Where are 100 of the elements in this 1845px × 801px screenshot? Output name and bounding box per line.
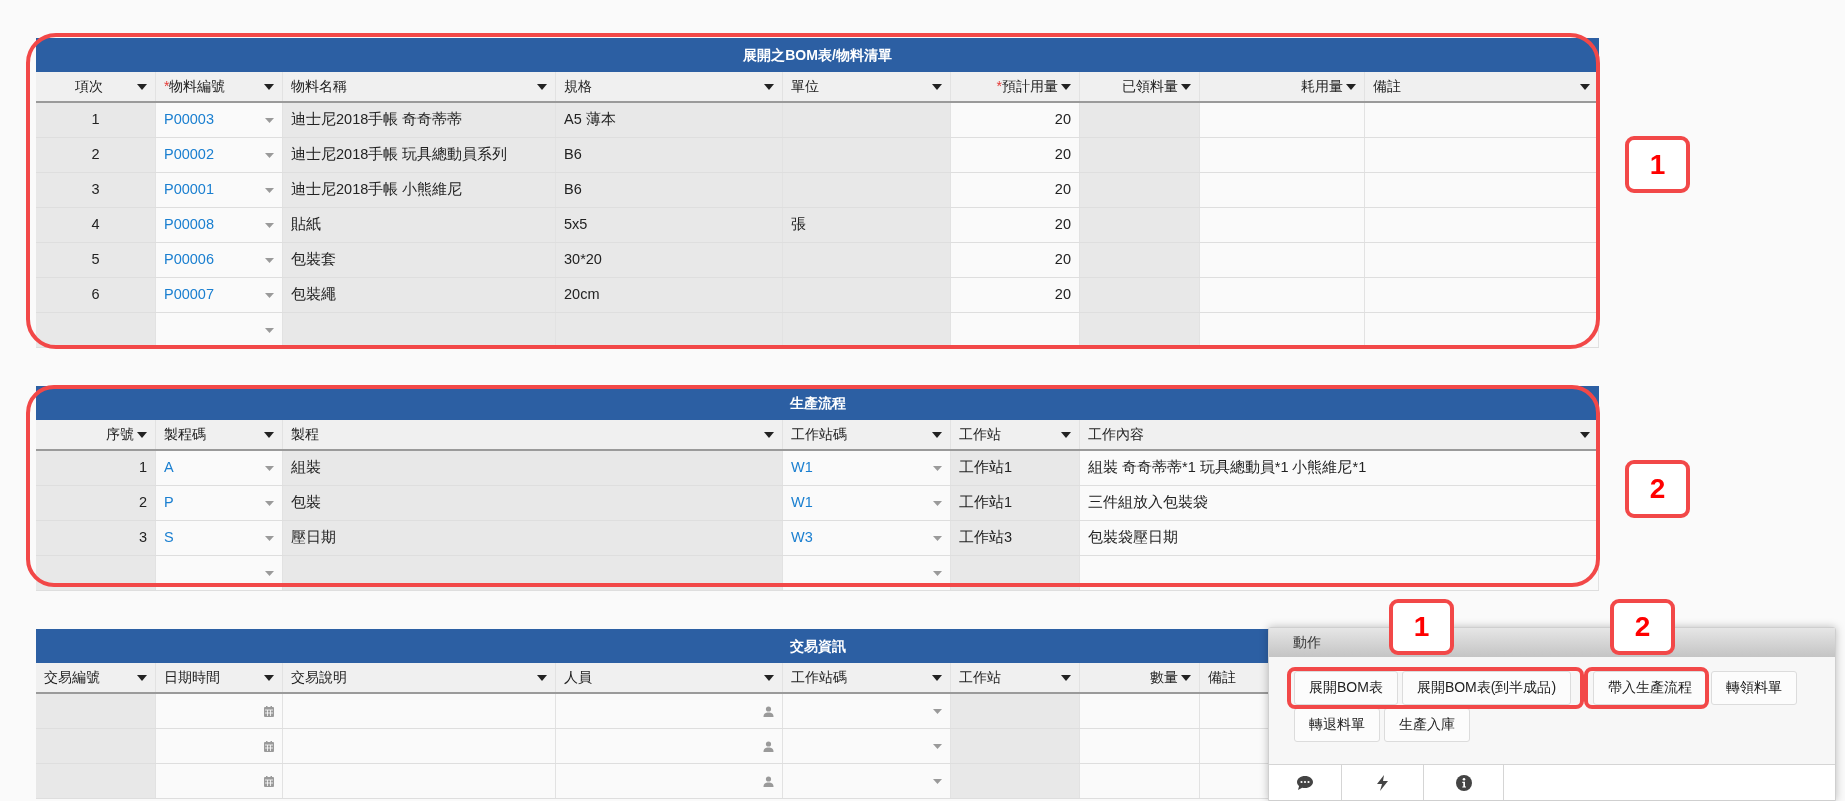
column-header[interactable]: 數量	[1080, 663, 1200, 692]
table-cell: 3	[36, 173, 156, 207]
action-button[interactable]: 轉退料單	[1294, 707, 1380, 742]
dropdown-field[interactable]: W1	[783, 451, 951, 485]
caret-icon	[537, 83, 547, 90]
dropdown-field[interactable]: W1	[783, 486, 951, 520]
column-header[interactable]: 人員	[556, 663, 783, 692]
column-header[interactable]: 序號	[36, 420, 156, 449]
date-field[interactable]	[156, 764, 283, 798]
dropdown-field[interactable]	[783, 729, 951, 763]
caret-icon	[137, 674, 147, 681]
callout-number: 2	[1625, 460, 1690, 518]
caret-icon	[933, 743, 942, 749]
table-cell: 張	[783, 208, 951, 242]
caret-icon	[264, 431, 274, 438]
column-header[interactable]: 交易說明	[283, 663, 556, 692]
caret-icon	[933, 465, 942, 471]
caret-icon	[265, 222, 274, 228]
callout-number: 1	[1625, 136, 1690, 193]
person-field[interactable]	[556, 729, 783, 763]
table-cell: 三件組放入包裝袋	[1080, 486, 1599, 520]
caret-icon	[265, 117, 274, 123]
column-header[interactable]: 工作站	[951, 420, 1080, 449]
caret-icon	[932, 83, 942, 90]
table-cell: 2	[36, 138, 156, 172]
dropdown-field[interactable]: S	[156, 521, 283, 555]
table-cell: 組裝	[283, 451, 783, 485]
dropdown-field[interactable]: P00007	[156, 278, 283, 312]
table-cell: 1	[36, 451, 156, 485]
date-field[interactable]	[156, 729, 283, 763]
column-header[interactable]: 製程碼	[156, 420, 283, 449]
dropdown-field[interactable]: P00008	[156, 208, 283, 242]
date-field[interactable]	[156, 694, 283, 728]
person-field[interactable]	[556, 694, 783, 728]
table-cell: 包裝	[283, 486, 783, 520]
table-cell: 20	[951, 173, 1080, 207]
caret-icon	[1061, 83, 1071, 90]
column-header[interactable]: 工作站碼	[783, 663, 951, 692]
column-header[interactable]: 耗用量	[1200, 72, 1365, 101]
table-cell: 工作站1	[951, 451, 1080, 485]
table-cell: 2	[36, 486, 156, 520]
caret-icon	[764, 83, 774, 90]
dropdown-field[interactable]: P	[156, 486, 283, 520]
table-cell: 20	[951, 243, 1080, 277]
comment-icon[interactable]	[1297, 775, 1313, 790]
dropdown-field[interactable]	[783, 764, 951, 798]
dropdown-field[interactable]: P00003	[156, 103, 283, 137]
table-cell: 5	[36, 243, 156, 277]
column-header[interactable]: 製程	[283, 420, 783, 449]
column-header[interactable]: 物料名稱	[283, 72, 556, 101]
caret-icon	[265, 535, 274, 541]
action-button[interactable]: 轉領料單	[1711, 670, 1798, 705]
column-header[interactable]: 日期時間	[156, 663, 283, 692]
table-cell: 20cm	[556, 278, 783, 312]
column-header[interactable]: 已領料量	[1080, 72, 1200, 101]
action-button[interactable]: 生產入庫	[1384, 707, 1470, 742]
calendar-icon	[264, 705, 274, 717]
column-header[interactable]: 項次	[36, 72, 156, 101]
column-header[interactable]: 單位	[783, 72, 951, 101]
table-cell: 20	[951, 138, 1080, 172]
person-field[interactable]	[556, 764, 783, 798]
dropdown-field[interactable]: P00002	[156, 138, 283, 172]
caret-icon	[265, 500, 274, 506]
table-cell: 工作站1	[951, 486, 1080, 520]
column-header[interactable]: 工作站	[951, 663, 1080, 692]
column-header[interactable]: *預計用量	[951, 72, 1080, 101]
caret-icon	[265, 152, 274, 158]
dropdown-field[interactable]	[156, 313, 283, 347]
caret-icon	[1181, 674, 1191, 681]
dropdown-field[interactable]: W3	[783, 521, 951, 555]
column-header[interactable]: 工作內容	[1080, 420, 1599, 449]
dropdown-field[interactable]: P00006	[156, 243, 283, 277]
table-title: 展開之BOM表/物料清單	[36, 38, 1599, 72]
caret-icon	[1061, 431, 1071, 438]
table-cell: 20	[951, 208, 1080, 242]
caret-icon	[265, 187, 274, 193]
person-icon	[763, 775, 774, 787]
column-header[interactable]: 交易編號	[36, 663, 156, 692]
table-cell: 20	[951, 103, 1080, 137]
dropdown-field[interactable]	[783, 694, 951, 728]
column-header[interactable]: 工作站碼	[783, 420, 951, 449]
column-header[interactable]: 備註	[1365, 72, 1599, 101]
column-header[interactable]: 規格	[556, 72, 783, 101]
caret-icon	[264, 83, 274, 90]
table-cell: 迪士尼2018手帳 玩具總動員系列	[283, 138, 556, 172]
table-cell: 6	[36, 278, 156, 312]
info-icon[interactable]	[1455, 774, 1472, 791]
action-button[interactable]: 展開BOM表	[1294, 670, 1398, 705]
lightning-icon[interactable]	[1377, 774, 1388, 791]
dropdown-field[interactable]: P00001	[156, 173, 283, 207]
caret-icon	[764, 431, 774, 438]
caret-icon	[137, 431, 147, 438]
caret-icon	[265, 570, 274, 576]
table-cell: 組裝 奇奇蒂蒂*1 玩具總動員*1 小熊維尼*1	[1080, 451, 1599, 485]
dropdown-field[interactable]: A	[156, 451, 283, 485]
table-cell: 包裝繩	[283, 278, 556, 312]
column-header[interactable]: *物料編號	[156, 72, 283, 101]
action-button[interactable]: 帶入生產流程	[1593, 670, 1708, 705]
calendar-icon	[264, 775, 274, 787]
action-button[interactable]: 展開BOM表(到半成品)	[1401, 670, 1572, 705]
